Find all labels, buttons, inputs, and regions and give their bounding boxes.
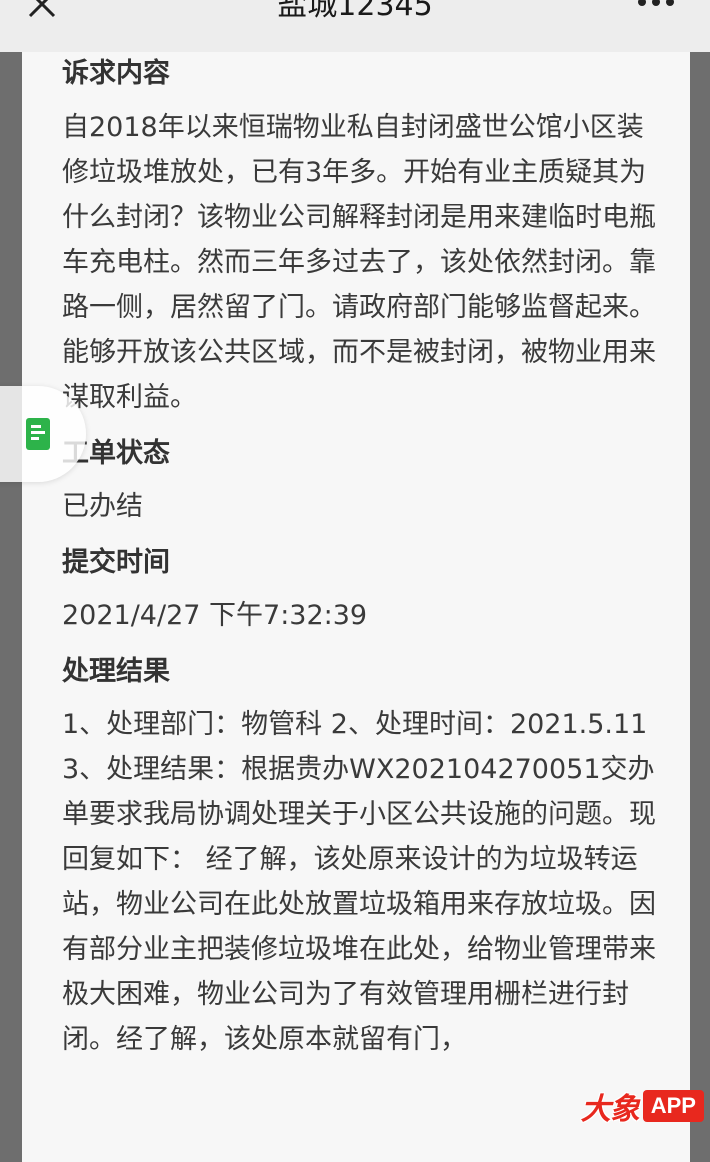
submit-time-label: 提交时间 <box>62 547 170 578</box>
submit-time-section: 提交时间 2021/4/27 下午7:32:39 <box>62 543 657 638</box>
submit-time-value: 2021/4/27 下午7:32:39 <box>62 600 368 631</box>
appeal-section: 诉求内容 自2018年以来恒瑞物业私自封闭盛世公馆小区装修垃圾堆放处，已有3年多… <box>62 54 657 420</box>
page-title: 盐城12345 <box>277 0 433 23</box>
result-label: 处理结果 <box>62 656 170 687</box>
ticket-content: 诉求内容 自2018年以来恒瑞物业私自封闭盛世公馆小区装修垃圾堆放处，已有3年多… <box>62 52 657 1062</box>
appeal-text: 自2018年以来恒瑞物业私自封闭盛世公馆小区装修垃圾堆放处，已有3年多。开始有业… <box>62 112 656 413</box>
watermark-logo: 大象 APP <box>580 1086 704 1127</box>
status-value: 已办结 <box>62 491 143 522</box>
status-label: 工单状态 <box>62 438 170 469</box>
top-bar: 盐城12345 <box>0 0 710 52</box>
more-icon[interactable] <box>636 0 676 12</box>
appeal-label: 诉求内容 <box>62 58 170 89</box>
document-icon <box>26 418 50 450</box>
result-section: 处理结果 1、处理部门：物管科 2、处理时间：2021.5.11 3、处理结果：… <box>62 652 657 1062</box>
result-text: 1、处理部门：物管科 2、处理时间：2021.5.11 3、处理结果：根据贵办W… <box>62 709 656 1055</box>
watermark-app-badge: APP <box>642 1090 704 1122</box>
status-section: 工单状态 已办结 <box>62 434 657 529</box>
watermark-brand: 大象 <box>580 1092 640 1127</box>
ticket-detail-card: 诉求内容 自2018年以来恒瑞物业私自封闭盛世公馆小区装修垃圾堆放处，已有3年多… <box>22 52 690 1162</box>
